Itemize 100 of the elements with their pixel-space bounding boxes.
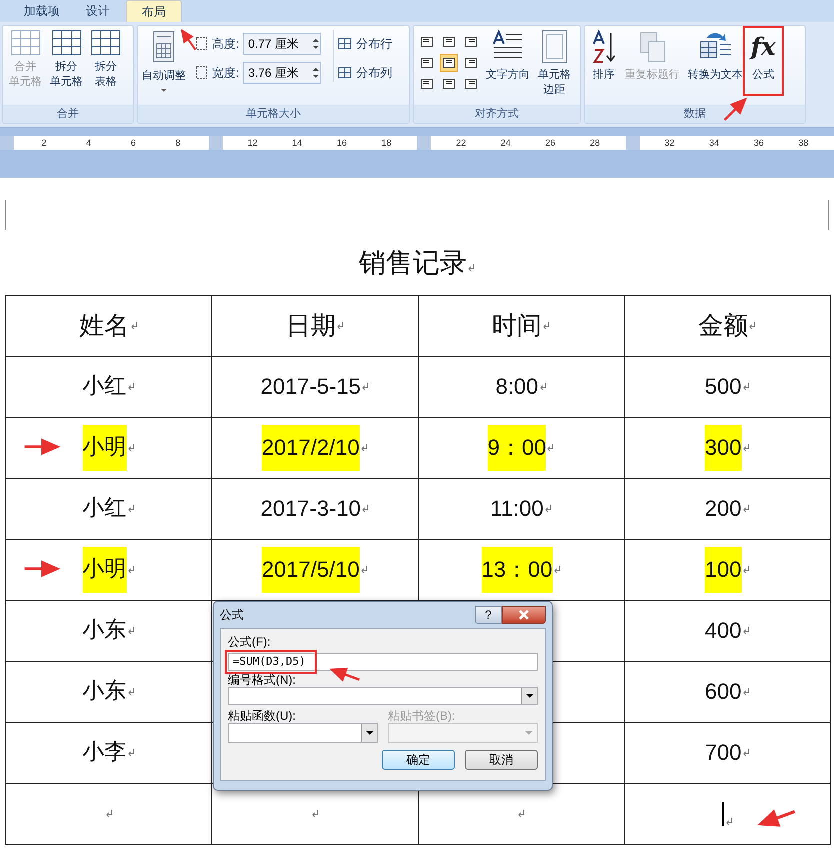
distribute-icon [338,37,352,51]
dropdown-button[interactable] [521,688,537,704]
ruler-number: 18 [382,137,392,149]
formula-field[interactable]: =SUM(D3,D5) [228,653,538,671]
cell-text: 小东 [82,678,127,706]
autofit-button[interactable]: 自动调整 [142,30,186,92]
paragraph-mark-icon [360,444,368,452]
help-button[interactable]: ? [475,606,502,624]
formula-icon: fx [751,30,776,64]
ok-button[interactable]: 确定 [382,750,455,770]
spin-field[interactable]: 0.77 厘米 [243,33,322,55]
column-marker-icon [0,136,14,150]
dropdown-arrow-icon [366,731,374,735]
field-label: 粘贴书签(B): [388,709,456,723]
cell-text: 8:00 [496,373,539,401]
paragraph-mark-icon [128,749,135,757]
dropdown-arrow-icon [525,731,533,735]
distribute-button[interactable]: 分布行 [338,35,392,53]
distribute-button[interactable]: 分布列 [338,64,392,82]
ruler-number: 26 [546,137,556,149]
ribbon-button[interactable]: 排序 [589,30,619,83]
cell-text: 2017/5/10 [262,547,360,593]
field-label: 粘贴函数(U): [228,709,297,723]
ruler-number: 4 [86,137,92,149]
cell-text: 小红 [82,495,127,523]
ruler-number: 16 [337,137,348,149]
cell-text: 100 [705,547,742,593]
cell-text: 600 [705,678,742,706]
paragraph-mark-icon [742,566,750,574]
paragraph-mark-icon [540,383,547,391]
header-cell: 姓名 [6,296,212,357]
paragraph-mark-icon [726,818,733,826]
paragraph-mark-icon [554,566,561,574]
paragraph-mark-icon [128,627,135,635]
cell-text: 小东 [82,617,127,645]
ribbon-button[interactable]: 单元格 边距 [536,30,573,98]
dropdown-arrow-icon [526,694,534,698]
ribbon-button[interactable]: 文字方向 [484,30,532,83]
field-label: 高度: [212,36,240,53]
paragraph-mark-icon [742,627,750,635]
field-label: 宽度: [212,65,240,82]
paragraph-mark-icon [749,322,756,330]
paragraph-mark-icon [128,505,135,513]
ribbon-button[interactable]: fx 公式 [749,30,778,83]
cell-text: 500 [705,373,742,401]
table-grid-icon [91,30,121,56]
column-marker-icon [626,136,640,150]
paragraph-mark-icon [128,688,135,696]
dropdown-button[interactable] [361,724,377,742]
paragraph-mark-icon [468,264,475,272]
header-cell: 时间 [418,296,625,357]
paragraph-mark-icon [742,505,750,513]
ruler-number: 8 [176,137,181,149]
paragraph-mark-icon [336,322,344,330]
close-button[interactable] [502,606,546,624]
ribbon-button[interactable]: 转换为文本 [686,30,745,83]
spin-field[interactable]: 3.76 厘米 [243,62,322,84]
sort-icon [591,30,617,64]
paragraph-mark-icon [360,566,368,574]
group-label: 数据 [585,105,805,123]
annotation-box [743,26,784,96]
column-marker-icon [208,136,222,150]
ruler-number: 36 [754,137,764,149]
cell-text: 200 [705,495,742,523]
ruler-number: 38 [798,137,809,149]
ribbon-button[interactable]: 拆分 表格 [89,30,123,90]
cell-text: 9：00 [488,425,546,471]
ruler-number: 14 [292,137,302,149]
autofit-icon [152,30,176,64]
header-cell: 日期 [212,296,418,357]
group-label: 合并 [3,105,133,123]
cell-text: 2017-5-15 [260,373,362,401]
paragraph-mark-icon [312,810,319,818]
paragraph-mark-icon [543,322,550,330]
ribbon-tab[interactable]: 加载项 [14,0,70,22]
cell-text: 2017/2/10 [262,425,360,471]
align-button[interactable] [440,54,458,72]
paragraph-mark-icon [544,505,552,513]
paragraph-mark-icon [742,749,750,757]
repeat-header-icon [638,30,668,64]
cell-text: 11:00 [490,495,544,523]
field-label: 公式(F): [228,635,272,649]
height-icon [194,37,208,51]
ruler-number: 22 [456,137,466,149]
paragraph-mark-icon [128,566,135,574]
ribbon-tab[interactable]: 设计 [70,0,126,22]
ruler-number: 6 [131,137,136,149]
paragraph-mark-icon [130,322,138,330]
table-grid-icon [52,30,82,56]
cell-text: 300 [705,425,742,471]
close-icon [519,610,529,620]
cancel-button[interactable]: 取消 [465,750,538,770]
field-label: 编号格式(N): [228,673,297,687]
ruler-number: 34 [709,137,720,149]
ribbon-tab[interactable]: 布局 [126,0,182,22]
width-icon [194,66,208,80]
ruler-number: 24 [500,137,511,149]
paragraph-mark-icon [742,383,750,391]
ribbon-button[interactable]: 拆分 单元格 [48,30,85,90]
ruler-number: 2 [42,137,47,149]
